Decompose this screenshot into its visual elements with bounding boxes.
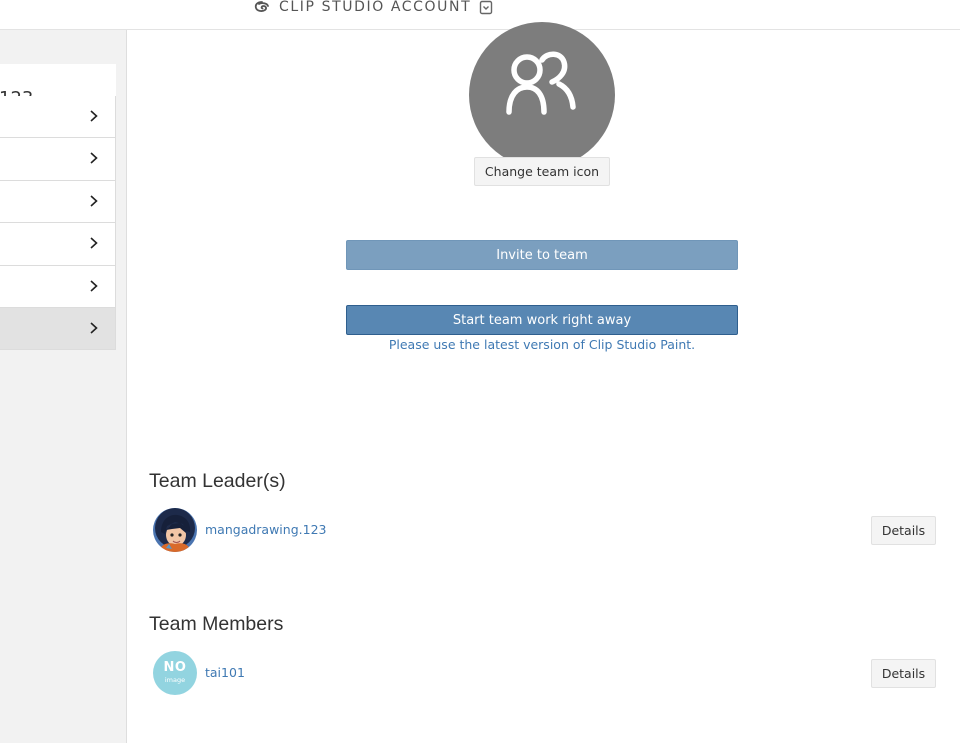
sidebar-item-6-active[interactable] <box>0 307 116 351</box>
change-team-icon-button[interactable]: Change team icon <box>474 157 610 186</box>
team-leaders-heading: Team Leader(s) <box>149 470 286 492</box>
sidebar-item-5[interactable] <box>0 265 116 308</box>
member-details-button[interactable]: Details <box>871 659 936 688</box>
chevron-right-icon <box>90 237 98 249</box>
clip-studio-swirl-icon <box>254 1 269 12</box>
sidebar-item-3[interactable] <box>0 180 116 224</box>
sidebar-item-1[interactable] <box>0 96 116 139</box>
start-team-work-button[interactable]: Start team work right away <box>346 305 738 335</box>
member-name-link[interactable]: tai101 <box>205 665 245 680</box>
sidebar-item-4[interactable] <box>0 223 116 266</box>
chevron-right-icon <box>90 279 98 292</box>
manga-avatar-icon <box>153 508 197 552</box>
leader-row: mangadrawing.123 Details <box>151 508 937 554</box>
chevron-right-icon <box>90 322 98 334</box>
brand[interactable]: CLIP STUDIO ACCOUNT <box>253 0 493 17</box>
leader-details-button[interactable]: Details <box>871 516 936 545</box>
invite-to-team-button[interactable]: Invite to team <box>346 240 738 270</box>
noimage-subtext: image <box>164 676 186 684</box>
member-row: NO image tai101 Details <box>151 651 937 697</box>
leader-name-link[interactable]: mangadrawing.123 <box>205 522 326 537</box>
team-group-icon <box>506 51 576 115</box>
team-icon <box>469 22 615 168</box>
main-panel: Change team icon Invite to team Start te… <box>126 22 960 743</box>
chevron-right-icon <box>90 195 98 207</box>
sidebar-item-2[interactable] <box>0 138 116 181</box>
sidebar-menu <box>0 96 116 351</box>
dropdown-box-icon[interactable] <box>479 0 493 15</box>
brand-label: CLIP STUDIO ACCOUNT <box>279 0 472 15</box>
leader-avatar[interactable] <box>153 508 197 552</box>
top-bar: CLIP STUDIO ACCOUNT <box>0 0 960 30</box>
team-members-heading: Team Members <box>149 613 284 635</box>
chevron-right-icon <box>90 152 98 164</box>
member-avatar-noimage[interactable]: NO image <box>153 651 197 695</box>
version-notice-link[interactable]: Please use the latest version of Clip St… <box>346 337 738 352</box>
noimage-text: NO <box>163 660 187 675</box>
chevron-right-icon <box>90 110 98 122</box>
